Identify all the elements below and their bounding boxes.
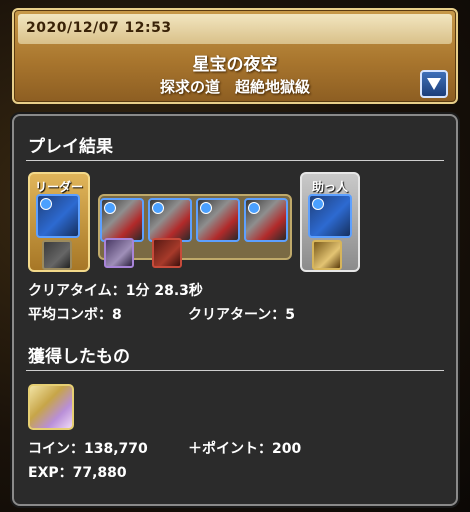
leader-monster[interactable] [36, 194, 80, 238]
sub-monster[interactable] [196, 198, 240, 242]
leader-assist[interactable] [42, 240, 72, 270]
sub-monster[interactable] [148, 198, 192, 242]
coin-reward: コイン：138,770 [28, 441, 148, 457]
divider [26, 370, 444, 371]
water-element-icon [40, 198, 52, 210]
dungeon-header: 2020/12/07 12:53 星宝の夜空 探求の道 超絶地獄級 [12, 8, 458, 104]
water-element-icon [248, 202, 260, 214]
average-combo: 平均コンボ：8 [28, 307, 122, 323]
rewards-title: 獲得したもの [28, 347, 130, 367]
points-reward: ＋ポイント：200 [188, 441, 302, 457]
floor-name: 探求の道 超絶地獄級 [159, 78, 310, 96]
water-element-icon [152, 202, 164, 214]
helper-monster[interactable] [308, 194, 352, 238]
reward-item-icon[interactable] [28, 384, 74, 430]
water-element-icon [312, 198, 324, 210]
result-panel: プレイ結果 リーダー 助っ人 クリアタイム：1分 28.3秒 平均コンボ：8 ク… [12, 114, 458, 506]
helper-assist[interactable] [312, 240, 342, 270]
triangle-down-icon [427, 78, 441, 90]
expand-dropdown-button[interactable] [420, 70, 448, 98]
clear-turn: クリアターン：5 [188, 307, 296, 323]
sub-assist[interactable] [104, 238, 134, 268]
dungeon-name: 星宝の夜空 [192, 55, 278, 75]
sub-monster[interactable] [100, 198, 144, 242]
sub-monster[interactable] [244, 198, 288, 242]
divider [26, 160, 444, 161]
sub-assist[interactable] [152, 238, 182, 268]
water-element-icon [200, 202, 212, 214]
exp-reward: EXP：77,880 [28, 465, 127, 481]
date-bar: 2020/12/07 12:53 [18, 14, 452, 44]
play-result-title: プレイ結果 [28, 137, 113, 157]
helper-label: 助っ人 [311, 180, 348, 194]
play-datetime: 2020/12/07 12:53 [26, 20, 172, 36]
leader-label: リーダー [34, 180, 83, 194]
water-element-icon [104, 202, 116, 214]
clear-time: クリアタイム：1分 28.3秒 [28, 283, 203, 299]
